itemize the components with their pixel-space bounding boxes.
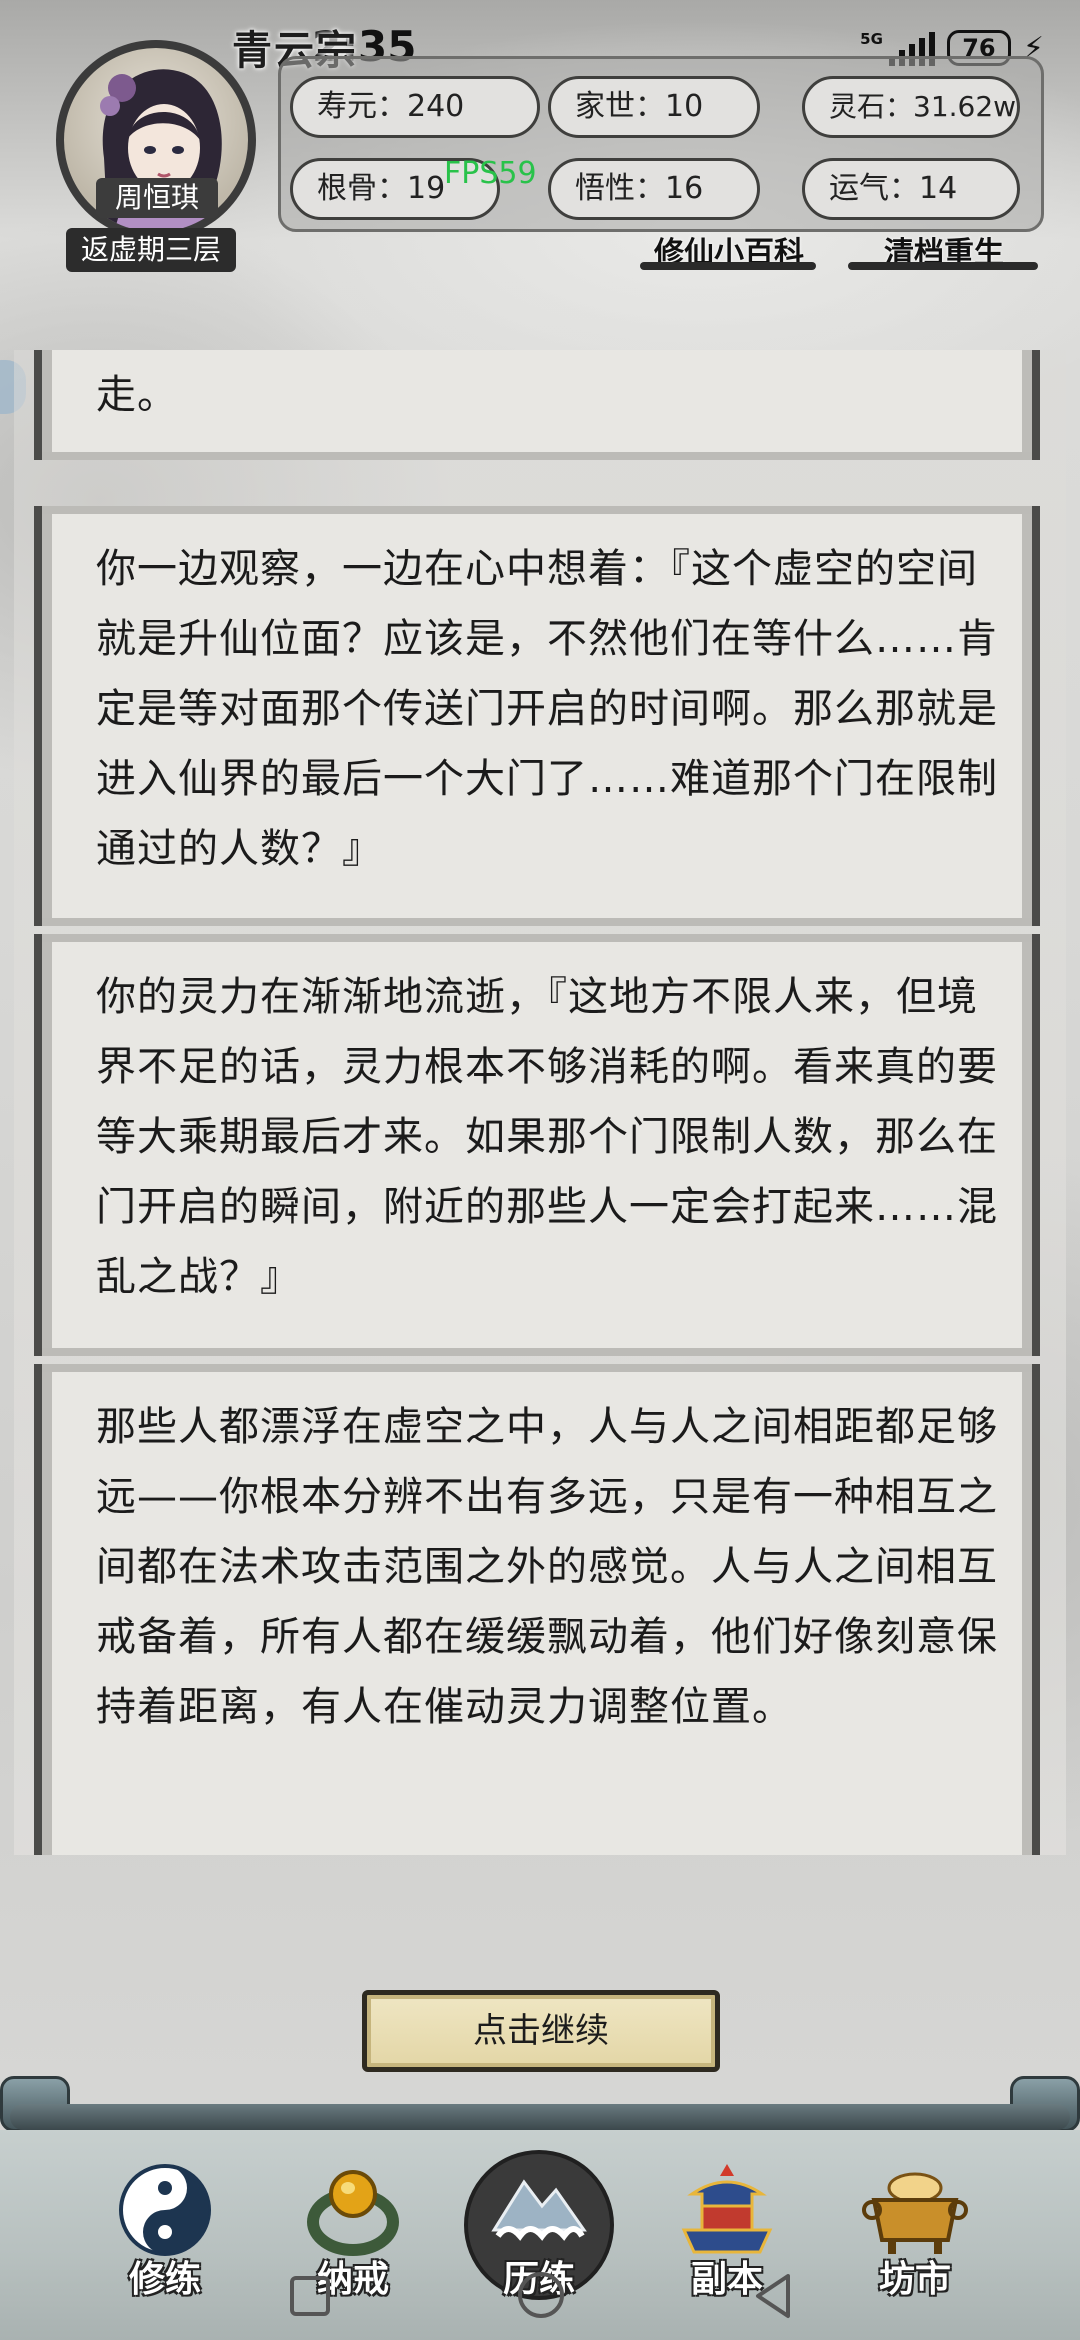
story-card-3: 那些人都漂浮在虚空之中，人与人之间相距都足够远——你根本分辨不出有多远，只是有一… <box>34 1364 1040 1855</box>
recents-button[interactable] <box>290 2276 330 2316</box>
network-type: 5G <box>860 30 883 48</box>
story-panel[interactable]: 走。 你一边观察，一边在心中想着：『这个虚空的空间就是升仙位面？应该是，不然他们… <box>14 350 1066 1855</box>
home-button[interactable] <box>518 2272 564 2318</box>
nav-item-market[interactable]: 坊市 <box>840 2160 990 2300</box>
stat-comprehension: 悟性：16 <box>548 158 760 220</box>
fps-counter: FPS59 <box>444 156 537 191</box>
character-name: 周恒琪 <box>96 178 218 218</box>
story-text-partial: 走。 <box>96 372 178 418</box>
stat-luck: 运气：14 <box>802 158 1020 220</box>
cauldron-icon <box>860 2160 970 2260</box>
scroll-rod-divider <box>10 2104 1070 2130</box>
nav-label-market: 坊市 <box>878 2259 951 2300</box>
nav-item-cultivate[interactable]: 修练 <box>90 2160 240 2300</box>
story-card-2: 你的灵力在渐渐地流逝，『这地方不限人来，但境界不足的话，灵力根本不够消耗的啊。看… <box>34 934 1040 1356</box>
stat-spirit-stones: 灵石：31.62w <box>802 76 1020 138</box>
reset-underline <box>848 262 1038 270</box>
continue-button[interactable]: 点击继续 <box>362 1990 720 2072</box>
cultivation-realm: 返虚期三层 <box>66 228 236 272</box>
story-card-1: 你一边观察，一边在心中想着：『这个虚空的空间就是升仙位面？应该是，不然他们在等什… <box>34 506 1040 926</box>
encyclopedia-underline <box>640 262 816 270</box>
stat-lifespan: 寿元：240 <box>290 76 540 138</box>
back-button[interactable] <box>752 2272 794 2324</box>
story-text-1: 你一边观察，一边在心中想着：『这个虚空的空间就是升仙位面？应该是，不然他们在等什… <box>96 546 998 872</box>
story-scroll-area[interactable]: 走。 你一边观察，一边在心中想着：『这个虚空的空间就是升仙位面？应该是，不然他们… <box>34 350 1040 1855</box>
story-card-partial: 走。 <box>34 350 1040 460</box>
ring-icon <box>298 2160 408 2260</box>
nav-label-cultivate: 修练 <box>128 2259 201 2300</box>
story-text-3: 那些人都漂浮在虚空之中，人与人之间相距都足够远——你根本分辨不出有多远，只是有一… <box>96 1404 998 1730</box>
story-text-2: 你的灵力在渐渐地流逝，『这地方不限人来，但境界不足的话，灵力根本不够消耗的啊。看… <box>96 974 998 1300</box>
yin-yang-icon <box>110 2160 220 2260</box>
mountain-cloud-icon <box>484 2160 594 2260</box>
stat-family: 家世：10 <box>548 76 760 138</box>
pagoda-icon <box>672 2160 782 2260</box>
